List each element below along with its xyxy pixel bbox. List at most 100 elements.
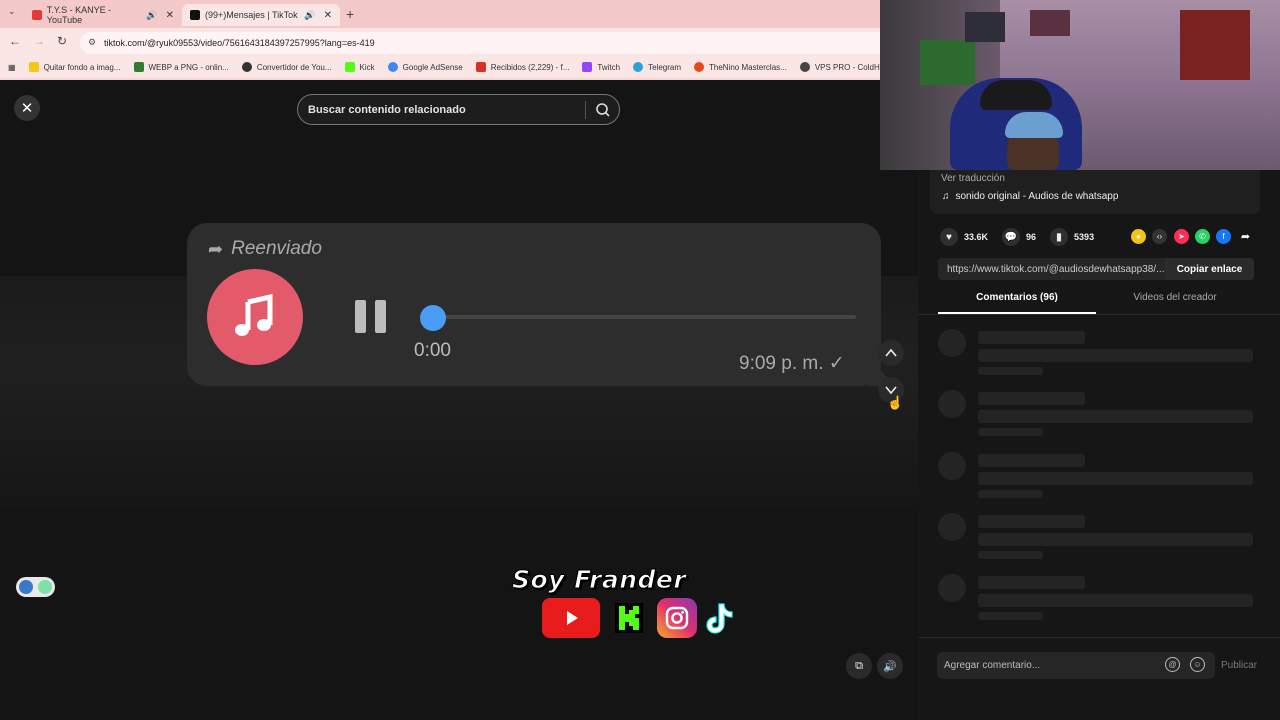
bookmark-item[interactable]: Google AdSense (387, 62, 463, 72)
search-input[interactable] (308, 103, 578, 116)
facebook-icon[interactable]: f (1216, 229, 1231, 244)
autoscroll-toggle[interactable] (16, 577, 55, 597)
bookmark-label: Telegram (648, 62, 681, 72)
comment-icon: 💬 (1002, 228, 1021, 246)
close-video-button[interactable]: ✕ (14, 95, 40, 121)
mention-icon[interactable]: @ (1165, 657, 1180, 672)
publish-button[interactable]: Publicar (1221, 660, 1257, 671)
streamer-cap (1005, 112, 1063, 138)
bookmark-item[interactable]: Quitar fondo a imag... (28, 62, 121, 72)
skeleton-line (978, 551, 1043, 559)
bookmark-item[interactable]: WEBP a PNG - onlin... (133, 62, 229, 72)
pip-icon: ⧉ (855, 659, 863, 672)
address-bar[interactable]: ⚙ tiktok.com/@ryuk09553/video/7561643184… (80, 32, 880, 54)
bookmark-label: Twitch (597, 62, 621, 72)
previous-video-button[interactable] (878, 340, 904, 366)
comment-input[interactable] (944, 660, 1144, 671)
gaming-chair (980, 80, 1052, 110)
forward-arrow-icon: ➦ (208, 238, 224, 259)
audio-current-time: 0:00 (414, 340, 451, 361)
bookmark-item[interactable]: Convertidor de You... (241, 62, 332, 72)
bookmark-item[interactable]: Telegram (633, 62, 681, 72)
whatsapp-icon[interactable]: ✆ (1195, 229, 1210, 244)
bookmark-label: Convertidor de You... (256, 62, 332, 72)
video-player[interactable]: ✕ (0, 80, 918, 720)
volume-icon: 🔊 (883, 660, 897, 673)
bookmark-icon (694, 62, 704, 72)
share-icon[interactable]: ➦ (1238, 229, 1253, 244)
volume-button[interactable]: 🔊 (877, 653, 903, 679)
pause-button[interactable] (355, 300, 387, 333)
comment-button[interactable]: 💬 96 (1002, 228, 1036, 246)
skeleton-line (978, 533, 1253, 546)
tab-title: T.Y.S - KANYE - YouTube (46, 5, 112, 25)
skeleton-line (978, 349, 1253, 362)
copy-link-button[interactable]: Copiar enlace (1165, 258, 1254, 280)
bookmark-icon (582, 62, 593, 72)
skeleton-line (978, 392, 1085, 405)
webcam-background (965, 12, 1005, 42)
audio-progress-knob[interactable] (420, 305, 446, 331)
reload-icon[interactable]: ↻ (57, 34, 67, 48)
back-icon[interactable]: ← (9, 34, 21, 48)
webcam-background (1030, 10, 1070, 36)
tab-divider (918, 314, 1280, 315)
tiktok-favicon-icon (190, 10, 200, 20)
skeleton-line (978, 515, 1085, 528)
bookmark-item[interactable]: Twitch (582, 62, 620, 72)
bookmark-item[interactable]: Kick (344, 62, 375, 72)
bookmark-icon (241, 62, 252, 72)
tab-creator-videos[interactable]: Videos del creador (1096, 292, 1254, 314)
skeleton-line (978, 490, 1043, 498)
heart-icon: ♥ (940, 228, 958, 246)
coin-icon[interactable]: ● (1131, 229, 1146, 244)
send-icon[interactable]: ➤ (1174, 229, 1189, 244)
webcam-background (1180, 10, 1250, 80)
skeleton-avatar (938, 452, 966, 480)
embed-icon[interactable]: ‹› (1152, 229, 1167, 244)
tab-comments[interactable]: Comentarios (96) (938, 292, 1096, 314)
tab-strip: ⌄ T.Y.S - KANYE - YouTube 🔊 ✕ (99+)Mensa… (0, 0, 880, 28)
bookmark-item[interactable]: Recibidos (2,229) - f... (475, 62, 569, 72)
close-tab-icon[interactable]: ✕ (166, 10, 174, 21)
audio-progress-track[interactable] (432, 315, 856, 319)
kick-icon (608, 598, 650, 638)
tab-tiktok[interactable]: (99+)Mensajes | TikTok 🔊 ✕ (182, 4, 340, 26)
like-count: 33.6K (964, 232, 989, 242)
skeleton-line (978, 331, 1085, 344)
translate-link[interactable]: Ver traducción (941, 173, 1005, 184)
skeleton-avatar (938, 574, 966, 602)
sound-link[interactable]: ♫ sonido original - Audios de whatsapp (942, 191, 1118, 202)
emoji-icon[interactable]: ☺ (1190, 657, 1205, 672)
youtube-icon (542, 598, 600, 638)
save-count: 5393 (1074, 232, 1095, 242)
forward-icon[interactable]: → (33, 34, 45, 48)
related-search-box[interactable] (297, 94, 620, 125)
instagram-icon (657, 598, 697, 638)
skeleton-avatar (938, 390, 966, 418)
tab-search-icon[interactable]: ⌄ (8, 6, 16, 17)
bookmark-item[interactable]: TheNino Masterclas... (694, 62, 787, 72)
address-row: ← → ↻ ⚙ tiktok.com/@ryuk09553/video/7561… (0, 28, 880, 56)
like-button[interactable]: ♥ 33.6K (940, 228, 988, 246)
bookmark-label: Quitar fondo a imag... (43, 62, 121, 72)
apps-icon[interactable]: ▦ (8, 63, 16, 72)
bookmark-label: WEBP a PNG - onlin... (148, 62, 229, 72)
pip-button[interactable]: ⧉ (846, 653, 872, 679)
skeleton-line (978, 410, 1253, 423)
tab-youtube[interactable]: T.Y.S - KANYE - YouTube 🔊 ✕ (24, 4, 182, 26)
close-tab-icon[interactable]: ✕ (324, 10, 332, 21)
search-icon[interactable] (595, 102, 611, 118)
skeleton-avatar (938, 513, 966, 541)
speaker-icon[interactable]: 🔊 (304, 10, 315, 21)
streamer-watermark: Soy Frander (511, 565, 687, 595)
site-info-icon[interactable]: ⚙ (88, 37, 96, 48)
toggle-knob (19, 580, 33, 594)
speaker-icon[interactable]: 🔊 (146, 10, 157, 21)
pause-bar (375, 300, 386, 333)
browser-chrome: ⌄ T.Y.S - KANYE - YouTube 🔊 ✕ (99+)Mensa… (0, 0, 897, 80)
search-divider (585, 101, 586, 119)
new-tab-button[interactable]: + (346, 6, 354, 22)
save-button[interactable]: ▮ 5393 (1050, 228, 1094, 246)
bookmark-icon (133, 62, 144, 72)
